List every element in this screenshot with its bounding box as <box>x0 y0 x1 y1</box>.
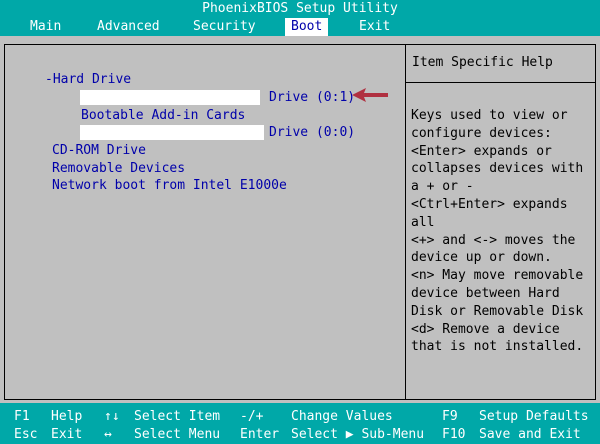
boot-item-removable[interactable]: Removable Devices <box>52 161 185 176</box>
key-enter-label: Select ▶ Sub-Menu <box>291 427 425 442</box>
boot-item-network[interactable]: Network boot from Intel E1000e <box>52 178 287 193</box>
boot-item-cdrom[interactable]: CD-ROM Drive <box>52 143 146 158</box>
help-line: that is not installed. <box>411 339 584 355</box>
key-f10: F10 <box>442 427 466 442</box>
help-line: Disk or Removable Disk <box>411 303 584 319</box>
key-f9-label: Setup Defaults <box>479 409 589 424</box>
key-esc-label: Exit <box>51 427 83 442</box>
help-line: collapses devices with <box>411 161 584 177</box>
menu-bar: Main Advanced Security Boot Exit <box>0 18 600 36</box>
menu-exit[interactable]: Exit <box>353 18 396 36</box>
main-panel: -Hard Drive Drive (0:1) Bootable Add-in … <box>0 36 600 403</box>
pointer-arrow-icon <box>352 88 388 102</box>
drive-name-bar-1 <box>80 90 260 105</box>
key-leftright-label: Select Menu <box>134 427 221 442</box>
boot-item-drive-0-0[interactable]: Drive (0:0) <box>269 125 355 140</box>
help-line: <d> Remove a device <box>411 321 560 337</box>
help-title: Item Specific Help <box>412 55 553 70</box>
left-right-arrows-icon: ↔ <box>104 427 112 442</box>
help-line: all <box>411 214 435 230</box>
drive-name-bar-2-edge <box>260 125 264 140</box>
menu-boot[interactable]: Boot <box>285 18 329 36</box>
key-f1-label: Help <box>51 409 83 424</box>
help-line: configure devices: <box>411 125 552 141</box>
key-esc: Esc <box>14 427 38 442</box>
help-separator <box>406 82 595 83</box>
menu-advanced[interactable]: Advanced <box>91 18 166 36</box>
boot-item-drive-0-1[interactable]: Drive (0:1) <box>269 90 355 105</box>
key-plus-minus: -/+ <box>240 409 264 424</box>
help-line: <n> May move removable <box>411 268 584 284</box>
key-f1: F1 <box>14 409 30 424</box>
boot-item-bootable-addin[interactable]: Bootable Add-in Cards <box>81 108 245 123</box>
menu-security[interactable]: Security <box>187 18 262 36</box>
panel-divider <box>405 45 406 399</box>
help-line: device between Hard <box>411 285 560 301</box>
footer-key-legend: F1 Help ↑↓ Select Item -/+ Change Values… <box>0 403 600 444</box>
drive-name-bar-2 <box>80 125 260 140</box>
help-line: <Enter> expands or <box>411 143 552 159</box>
key-plus-minus-label: Change Values <box>291 409 393 424</box>
help-text: Keys used to view or configure devices: … <box>411 107 596 356</box>
up-down-arrows-icon: ↑↓ <box>104 409 120 424</box>
help-line: device up or down. <box>411 250 552 266</box>
help-line: <Ctrl+Enter> expands <box>411 196 568 212</box>
key-f9: F9 <box>442 409 458 424</box>
help-line: Keys used to view or <box>411 108 568 123</box>
window-title: PhoenixBIOS Setup Utility <box>0 0 600 18</box>
menu-main[interactable]: Main <box>24 18 67 36</box>
key-enter: Enter <box>240 427 280 442</box>
boot-item-hard-drive[interactable]: -Hard Drive <box>45 72 131 87</box>
key-updown-label: Select Item <box>134 409 221 424</box>
key-f10-label: Save and Exit <box>479 427 581 442</box>
help-line: a + or - <box>411 179 474 195</box>
help-line: <+> and <-> moves the <box>411 232 576 248</box>
